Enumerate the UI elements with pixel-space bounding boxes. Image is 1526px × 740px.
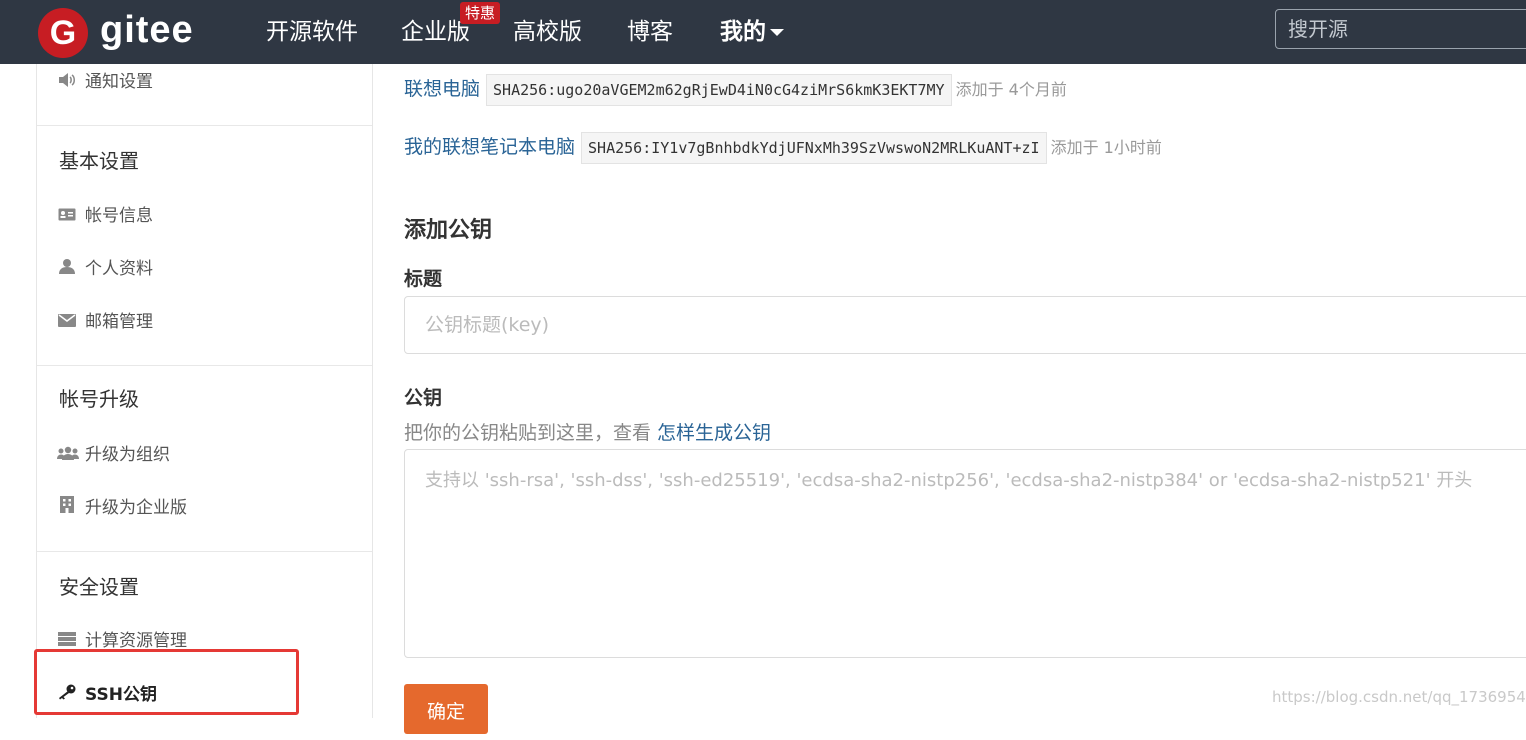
ssh-key-added-time: 添加于 1小时前 — [1050, 138, 1162, 157]
divider — [37, 551, 372, 552]
how-to-generate-key-link[interactable]: 怎样生成公钥 — [657, 422, 771, 444]
section-heading-security: 安全设置 — [59, 575, 139, 599]
caret-down-icon — [770, 29, 784, 36]
section-heading-upgrade: 帐号升级 — [59, 387, 139, 411]
logo-letter: G — [49, 14, 77, 52]
users-group-icon — [57, 440, 79, 470]
ssh-key-name[interactable]: 联想电脑 — [404, 78, 480, 100]
ssh-key-name[interactable]: 我的联想笔记本电脑 — [404, 136, 575, 158]
section-heading-basic: 基本设置 — [59, 149, 139, 173]
sidebar-item-email[interactable]: 邮箱管理 — [57, 307, 153, 337]
title-label: 标题 — [404, 268, 443, 290]
public-key-label: 公钥 — [404, 387, 443, 409]
sidebar-item-account-info[interactable]: 帐号信息 — [57, 201, 153, 231]
highlight-annotation-box — [34, 649, 299, 715]
id-card-icon — [57, 201, 77, 231]
ssh-key-row: 我的联想笔记本电脑 SHA256:IY1v7gBnhbdkYdjUFNxMh39S… — [404, 130, 1162, 164]
ssh-key-row: 联想电脑 SHA256:ugo20aVGEM2m62gRjEwD4iN0cG4zi… — [404, 72, 1067, 106]
hint-text: 把你的公钥粘贴到这里，查看 — [404, 422, 658, 444]
envelope-icon — [57, 307, 77, 337]
divider — [37, 125, 372, 126]
user-icon — [57, 254, 77, 284]
nav-open-source[interactable]: 开源软件 — [266, 16, 358, 48]
top-navbar: G gitee 开源软件 企业版 特惠 高校版 博客 我的 — [0, 0, 1526, 64]
promo-badge: 特惠 — [460, 2, 501, 24]
nav-mine-dropdown[interactable]: 我的 — [720, 16, 784, 48]
sidebar-item-notifications[interactable]: 通知设置 — [57, 67, 153, 97]
sidebar-label: 计算资源管理 — [85, 631, 187, 651]
confirm-button[interactable]: 确定 — [404, 684, 488, 734]
nav-mine-label: 我的 — [720, 19, 766, 45]
speaker-icon — [57, 67, 77, 97]
nav-blog[interactable]: 博客 — [627, 16, 673, 48]
sidebar-item-upgrade-org[interactable]: 升级为组织 — [57, 440, 170, 470]
logo-text[interactable]: gitee — [100, 6, 194, 54]
public-key-hint: 把你的公钥粘贴到这里，查看 怎样生成公钥 — [404, 418, 771, 445]
gitee-logo-icon[interactable]: G — [38, 8, 88, 58]
key-title-input[interactable] — [404, 296, 1526, 354]
divider — [37, 365, 372, 366]
public-key-textarea[interactable] — [404, 449, 1526, 658]
search-input[interactable] — [1275, 9, 1526, 49]
ssh-key-fingerprint: SHA256:IY1v7gBnhbdkYdjUFNxMh39SzVwswoN2M… — [581, 131, 1047, 164]
building-icon — [57, 493, 77, 523]
sidebar-label: 个人资料 — [85, 259, 153, 279]
sidebar-label: 升级为组织 — [85, 445, 170, 465]
watermark: https://blog.csdn.net/qq_17369545 — [1272, 688, 1526, 706]
sidebar-item-profile[interactable]: 个人资料 — [57, 254, 153, 284]
sidebar-label: 邮箱管理 — [85, 312, 153, 332]
ssh-key-fingerprint: SHA256:ugo20aVGEM2m62gRjEwD4iN0cG4ziMrS6… — [486, 73, 952, 106]
settings-sidebar: 通知设置 基本设置 帐号信息 个人资料 邮箱管理 帐号升级 升级为组织 升级为企… — [36, 64, 373, 718]
add-key-heading: 添加公钥 — [404, 218, 493, 243]
ssh-key-added-time: 添加于 4个月前 — [955, 80, 1067, 99]
nav-education[interactable]: 高校版 — [513, 16, 582, 48]
sidebar-label: 升级为企业版 — [85, 498, 187, 518]
sidebar-label: 通知设置 — [85, 72, 153, 92]
sidebar-label: 帐号信息 — [85, 206, 153, 226]
sidebar-item-upgrade-enterprise[interactable]: 升级为企业版 — [57, 493, 187, 523]
